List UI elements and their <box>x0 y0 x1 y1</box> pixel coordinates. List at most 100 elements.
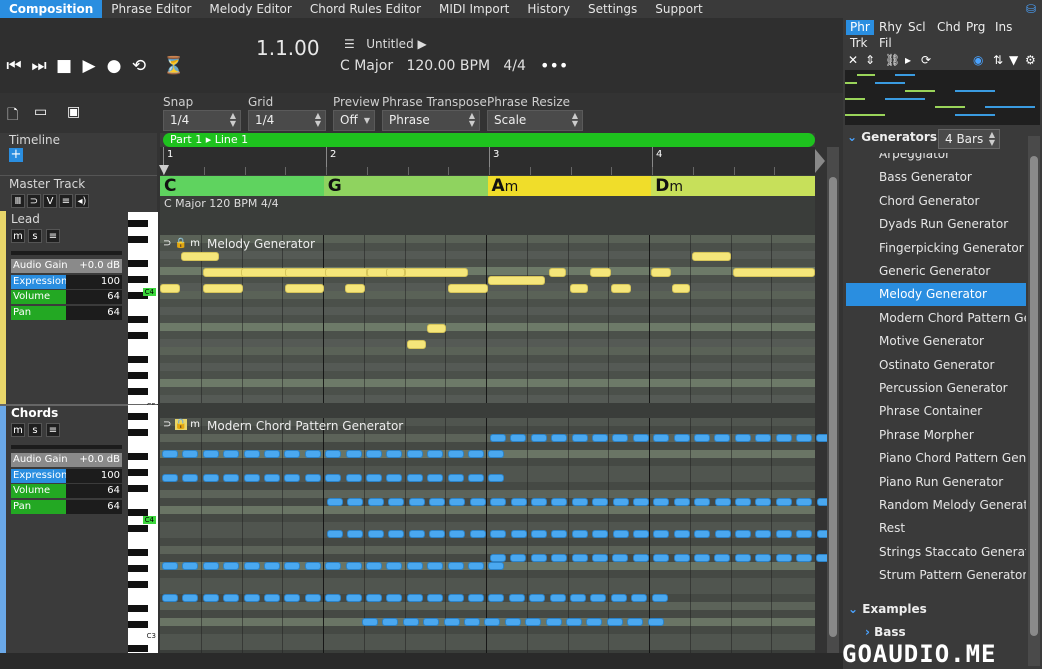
piano-icon[interactable]: Ⅲ <box>11 194 25 208</box>
black-key[interactable] <box>128 332 148 339</box>
chord-note[interactable] <box>653 554 670 562</box>
melody-note[interactable] <box>590 268 611 277</box>
chord-note[interactable] <box>504 618 521 626</box>
chord-note[interactable] <box>202 474 219 482</box>
chord-note[interactable] <box>714 498 731 506</box>
loop-mode-icon[interactable]: ⊃ <box>27 194 41 208</box>
wrench-icon[interactable]: ⚙ <box>1025 53 1036 67</box>
chord-note[interactable] <box>632 434 649 442</box>
chords-generator-label[interactable]: Modern Chord Pattern Generator <box>207 419 403 433</box>
chord-note[interactable] <box>755 554 772 562</box>
lock-icon[interactable]: 🔒 <box>174 419 188 430</box>
chord-note[interactable] <box>735 530 751 538</box>
chord-note[interactable] <box>468 562 484 570</box>
metronome-icon[interactable]: ⏳ <box>163 56 184 76</box>
chord-note[interactable] <box>202 594 219 602</box>
lead-lane[interactable] <box>160 235 815 403</box>
menu-tab-composition[interactable]: Composition <box>0 0 103 18</box>
chord-note[interactable] <box>632 554 649 562</box>
chord-note[interactable] <box>264 562 280 570</box>
chord-note[interactable] <box>345 450 362 458</box>
chord-note[interactable] <box>755 434 772 442</box>
melody-note[interactable] <box>285 284 324 293</box>
timeline-ruler[interactable]: 1 2 3 4 <box>159 147 825 175</box>
chord-note[interactable] <box>531 530 547 538</box>
chord-note[interactable] <box>406 474 423 482</box>
sort-icon[interactable]: ⇅ <box>993 53 1003 67</box>
phrase-minimap[interactable] <box>845 70 1040 125</box>
melody-note[interactable] <box>651 268 671 277</box>
chord-note[interactable] <box>386 474 403 482</box>
chord-note[interactable] <box>202 450 219 458</box>
black-key[interactable] <box>128 509 148 516</box>
chord-note[interactable] <box>651 594 668 602</box>
generator-item[interactable]: Percussion Generator <box>846 377 1026 400</box>
right-tab-trk[interactable]: Trk <box>846 36 871 51</box>
chord-note[interactable] <box>796 498 813 506</box>
generator-item[interactable]: Fingerpicking Generator <box>846 236 1026 260</box>
chord-note[interactable] <box>325 474 342 482</box>
param-audio-gain[interactable]: Audio Gain +0.0 dB <box>11 453 122 467</box>
chord-note[interactable] <box>366 594 382 602</box>
chord-note[interactable] <box>571 434 588 442</box>
chord-note[interactable] <box>490 554 506 562</box>
chord-note[interactable] <box>592 530 609 538</box>
chord-note[interactable] <box>570 594 586 602</box>
generator-item[interactable]: Melody Generator <box>846 283 1026 307</box>
chord-note[interactable] <box>243 450 260 458</box>
param-pan[interactable]: Pan 64 <box>11 500 122 514</box>
chord-note[interactable] <box>182 562 199 570</box>
chord-note[interactable] <box>304 450 321 458</box>
chord-note[interactable] <box>284 562 301 570</box>
chord-note[interactable] <box>510 530 527 538</box>
chord-note[interactable] <box>182 450 199 458</box>
chord-note[interactable] <box>735 498 751 506</box>
mute-icon[interactable]: m <box>190 419 200 430</box>
chord-note[interactable] <box>755 530 772 538</box>
chord-note[interactable] <box>182 594 199 602</box>
chord-note[interactable] <box>592 434 608 442</box>
chord-note[interactable] <box>488 594 505 602</box>
chord-note[interactable] <box>367 530 384 538</box>
black-key[interactable] <box>128 260 148 267</box>
param-expression[interactable]: Expression 100 <box>11 275 122 289</box>
chord-note[interactable] <box>447 594 464 602</box>
chord-note[interactable] <box>510 498 527 506</box>
black-key[interactable] <box>128 621 148 628</box>
black-key[interactable] <box>128 469 148 476</box>
chord-note[interactable] <box>264 450 280 458</box>
chord-note[interactable] <box>423 618 440 626</box>
chord-note[interactable] <box>386 562 403 570</box>
menu-tab-phrase-editor[interactable]: Phrase Editor <box>102 0 200 18</box>
melody-note[interactable] <box>692 252 731 261</box>
chord-note[interactable] <box>427 474 444 482</box>
chord-note[interactable] <box>304 562 321 570</box>
track-name-lead[interactable]: Lead <box>11 212 40 226</box>
chord-note[interactable] <box>490 530 507 538</box>
chord-note[interactable] <box>673 434 690 442</box>
chord-note[interactable] <box>612 434 629 442</box>
chord-note[interactable] <box>633 530 649 538</box>
chord-note[interactable] <box>571 530 588 538</box>
expand-icon[interactable]: ⇕ <box>865 53 875 67</box>
play-icon[interactable]: ▶ <box>79 56 99 76</box>
right-tab-ins[interactable]: Ins <box>991 20 1016 35</box>
chord-note[interactable] <box>162 474 178 482</box>
generator-item[interactable]: Strings Staccato Generator <box>846 540 1026 564</box>
layers-icon[interactable]: ▭ <box>34 104 47 120</box>
song-title[interactable]: ☰ Untitled ▶ <box>344 37 427 51</box>
chord-note[interactable] <box>469 530 486 538</box>
melody-note[interactable] <box>611 284 631 293</box>
chord-note[interactable] <box>284 594 301 602</box>
menu-tab-chord-rules-editor[interactable]: Chord Rules Editor <box>301 0 430 18</box>
menu-tab-midi-import[interactable]: MIDI Import <box>430 0 518 18</box>
piano-keyboard-lead[interactable]: C4C5 <box>128 212 158 419</box>
black-key[interactable] <box>128 372 148 379</box>
chord-note[interactable] <box>223 474 240 482</box>
chord-note[interactable] <box>529 594 546 602</box>
lock-icon[interactable]: 🔒 <box>175 238 187 249</box>
pattern-icon[interactable]: ▣ <box>67 104 80 120</box>
velocity-icon[interactable]: V <box>43 194 57 208</box>
chord-note[interactable] <box>627 618 644 626</box>
chord-note[interactable] <box>366 474 382 482</box>
